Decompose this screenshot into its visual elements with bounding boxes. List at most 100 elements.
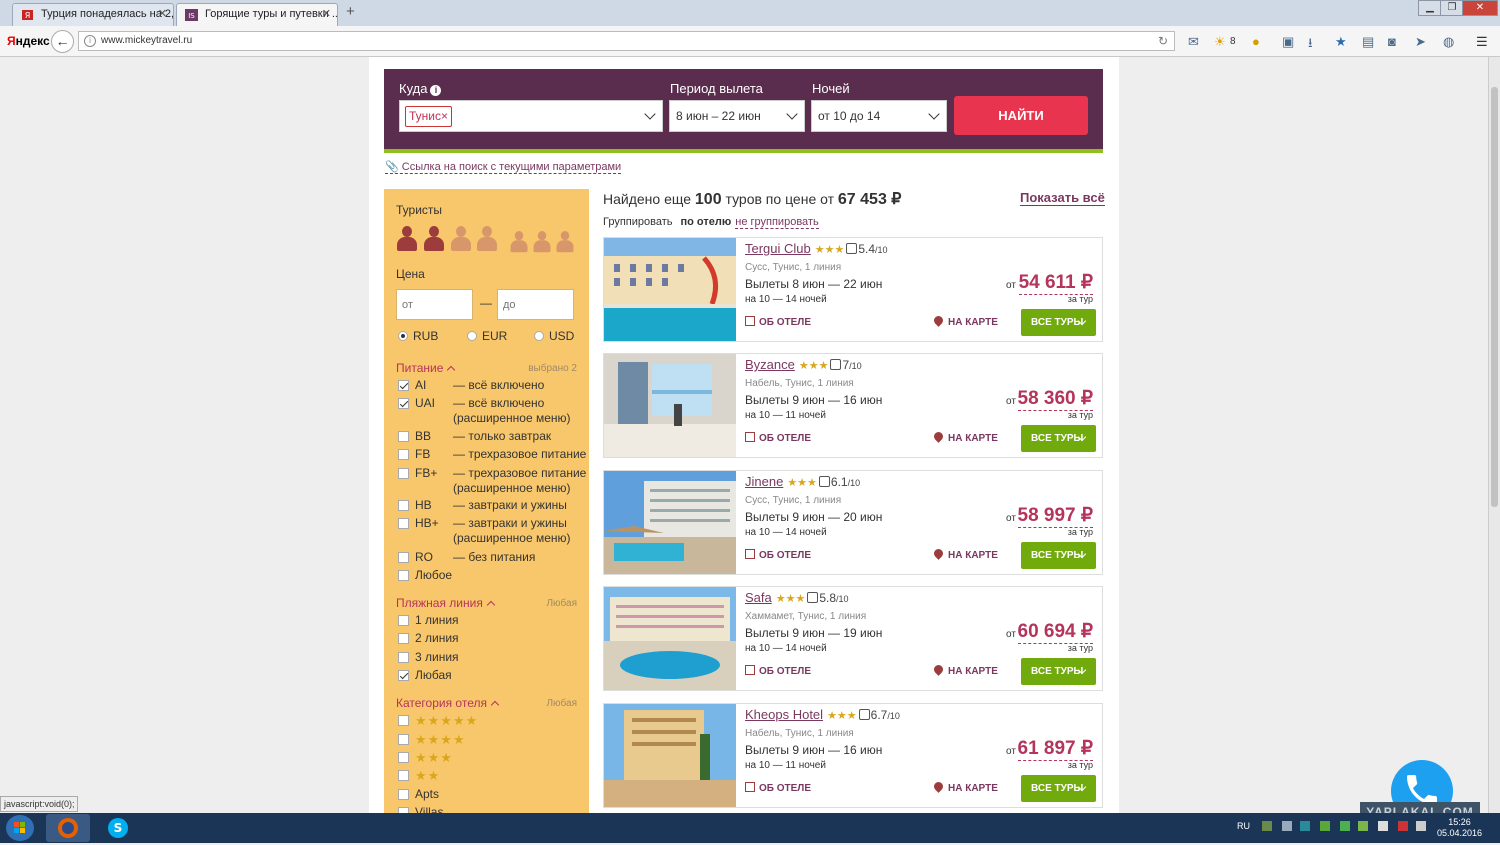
chip-remove-icon[interactable]: ×: [441, 109, 448, 123]
on-map-link[interactable]: НА КАРТЕ: [932, 547, 998, 561]
hotel-nights: на 10 — 14 ночей: [745, 527, 827, 538]
all-tours-button[interactable]: ВСЕ ТУРЫ: [1021, 309, 1096, 336]
group-by-hotel-option[interactable]: по отелю: [681, 216, 732, 228]
volume-tray-icon[interactable]: [1282, 821, 1292, 831]
all-tours-button[interactable]: ВСЕ ТУРЫ: [1021, 658, 1096, 685]
hotel-price[interactable]: 54 611 ₽: [1018, 271, 1093, 295]
about-hotel-link[interactable]: ОБ ОТЕЛЕ: [745, 665, 811, 677]
skype-taskbar-button[interactable]: S: [96, 814, 140, 842]
tray-app-icon[interactable]: [1340, 821, 1350, 831]
hotel-name-link[interactable]: Kheops Hotel ★★★ 6.7/10: [745, 707, 900, 722]
weather-icon[interactable]: ☀: [1214, 34, 1226, 50]
nights-select[interactable]: от 10 до 14: [811, 100, 947, 132]
per-tour-label: за тур: [1067, 294, 1093, 304]
browser-tab-2[interactable]: IS Горящие туры и путевки ... ✕: [176, 3, 338, 26]
hotel-photo[interactable]: [604, 354, 736, 457]
site-info-icon[interactable]: i: [84, 35, 96, 47]
on-map-link[interactable]: НА КАРТЕ: [932, 314, 998, 328]
scrollbar-thumb[interactable]: [1491, 87, 1498, 507]
info-icon[interactable]: i: [430, 85, 442, 96]
period-select[interactable]: 8 июн – 22 июн: [669, 100, 805, 132]
coin-icon[interactable]: ●: [1252, 34, 1260, 49]
tourist-adult-icon[interactable]: [476, 226, 498, 252]
pocket-icon[interactable]: ◙: [1388, 34, 1396, 49]
category-section-toggle[interactable]: Категория отеля: [396, 696, 500, 710]
tray-app-icon[interactable]: [1300, 821, 1310, 831]
hotel-price[interactable]: 61 897 ₽: [1017, 737, 1093, 761]
hotel-price[interactable]: 58 997 ₽: [1017, 504, 1093, 528]
currency-rub-radio[interactable]: RUB: [398, 329, 438, 343]
hotel-price[interactable]: 58 360 ₽: [1017, 387, 1093, 411]
address-bar[interactable]: i www.mickeytravel.ru ↻: [78, 31, 1175, 51]
hotel-name-link[interactable]: Jinene ★★★ 6.1/10: [745, 474, 860, 489]
hotel-stars: ★★★: [798, 360, 829, 372]
on-map-link[interactable]: НА КАРТЕ: [932, 430, 998, 444]
language-indicator[interactable]: RU: [1237, 821, 1250, 831]
on-map-link[interactable]: НА КАРТЕ: [932, 780, 998, 794]
tourist-child-icon[interactable]: [533, 230, 552, 253]
start-button[interactable]: [6, 815, 34, 841]
network-tray-icon[interactable]: [1262, 821, 1272, 831]
close-window-icon[interactable]: ✕: [1462, 0, 1498, 16]
send-icon[interactable]: ➤: [1415, 34, 1426, 50]
browser-tab-1[interactable]: Я Турция понадеялась на 2,... ✕: [12, 3, 174, 26]
beach-section-toggle[interactable]: Пляжная линия: [396, 596, 496, 610]
currency-usd-radio[interactable]: USD: [534, 329, 574, 343]
minimize-icon[interactable]: ▁: [1418, 0, 1442, 16]
yandex-logo[interactable]: Яндекс: [7, 34, 50, 48]
about-hotel-link[interactable]: ОБ ОТЕЛЕ: [745, 549, 811, 561]
tray-app-icon[interactable]: [1398, 821, 1408, 831]
mail-icon[interactable]: ✉: [1188, 34, 1199, 50]
bookmarks-icon[interactable]: ▤: [1362, 34, 1374, 50]
hotel-price[interactable]: 60 694 ₽: [1017, 620, 1093, 644]
search-permalink[interactable]: 📎 Ссылка на поиск с текущими параметрами: [385, 160, 622, 174]
tourist-adult-icon[interactable]: [450, 226, 472, 252]
tab-close-icon[interactable]: ✕: [322, 4, 331, 25]
meal-section-toggle[interactable]: Питание: [396, 361, 456, 375]
menu-icon[interactable]: ☰: [1476, 34, 1488, 50]
page-scrollbar[interactable]: [1488, 57, 1500, 813]
hotel-photo[interactable]: [604, 238, 736, 341]
hotel-name-link[interactable]: Tergui Club ★★★ 5.4/10: [745, 241, 888, 256]
tray-app-icon[interactable]: [1416, 821, 1426, 831]
tray-app-icon[interactable]: [1378, 821, 1388, 831]
back-button[interactable]: ←: [51, 30, 74, 53]
hotel-photo[interactable]: [604, 587, 736, 690]
chat-icon[interactable]: ◍: [1443, 34, 1454, 50]
all-tours-button[interactable]: ВСЕ ТУРЫ: [1021, 425, 1096, 452]
all-tours-button[interactable]: ВСЕ ТУРЫ: [1021, 542, 1096, 569]
new-tab-button[interactable]: +: [346, 3, 355, 20]
price-from-input[interactable]: [396, 289, 473, 320]
firefox-taskbar-button[interactable]: [46, 814, 90, 842]
hotel-photo[interactable]: [604, 704, 736, 807]
show-all-link[interactable]: Показать всё: [1020, 190, 1105, 206]
hotel-name-link[interactable]: Byzance ★★★ 7/10: [745, 357, 862, 372]
hotel-photo[interactable]: [604, 471, 736, 574]
about-hotel-link[interactable]: ОБ ОТЕЛЕ: [745, 316, 811, 328]
destination-select[interactable]: Тунис×: [399, 100, 663, 132]
tourist-adult-icon[interactable]: [423, 226, 445, 252]
no-grouping-link[interactable]: не группировать: [735, 216, 819, 229]
tourist-child-icon[interactable]: [510, 230, 529, 253]
about-hotel-link[interactable]: ОБ ОТЕЛЕ: [745, 432, 811, 444]
about-hotel-link[interactable]: ОБ ОТЕЛЕ: [745, 782, 811, 794]
tray-app-icon[interactable]: [1358, 821, 1368, 831]
restore-icon[interactable]: ❐: [1440, 0, 1464, 16]
system-clock[interactable]: 15:26 05.04.2016: [1437, 817, 1482, 839]
price-to-input[interactable]: [497, 289, 574, 320]
destination-chip[interactable]: Тунис×: [405, 106, 453, 127]
reload-icon[interactable]: ↻: [1158, 32, 1168, 50]
nights-label: Ночей: [812, 81, 850, 96]
tourist-child-icon[interactable]: [556, 230, 575, 253]
tab-close-icon[interactable]: ✕: [158, 4, 167, 25]
extension-icon[interactable]: ▣: [1282, 34, 1294, 50]
tray-app-icon[interactable]: [1320, 821, 1330, 831]
on-map-link[interactable]: НА КАРТЕ: [932, 663, 998, 677]
currency-eur-radio[interactable]: EUR: [467, 329, 507, 343]
all-tours-button[interactable]: ВСЕ ТУРЫ: [1021, 775, 1096, 802]
hotel-name-link[interactable]: Safa ★★★ 5.8/10: [745, 590, 849, 605]
bookmark-star-icon[interactable]: ★: [1335, 34, 1347, 50]
download-icon[interactable]: ⭳: [1308, 34, 1313, 56]
tourist-adult-icon[interactable]: [396, 226, 418, 252]
search-button[interactable]: НАЙТИ: [954, 96, 1088, 135]
